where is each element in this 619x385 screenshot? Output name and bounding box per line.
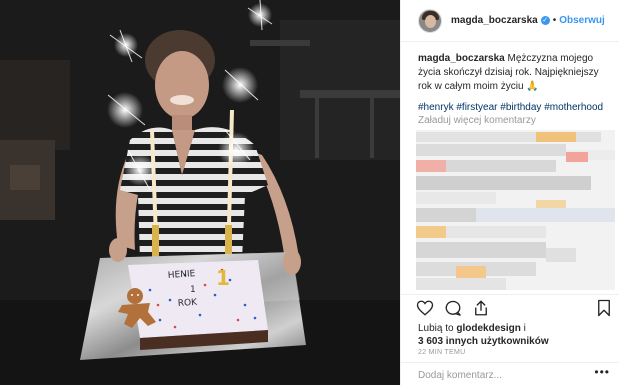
hashtag-link[interactable]: #birthday [500,102,541,113]
likes-mid: i [520,323,526,334]
avatar[interactable] [418,8,442,33]
load-more-comments[interactable]: Załaduj więcej komentarzy [418,114,536,128]
bookmark-icon[interactable] [595,299,613,317]
comment-icon[interactable] [444,299,462,317]
caption-username[interactable]: magda_boczarska [418,53,505,64]
more-options-icon[interactable]: ••• [594,365,610,379]
blurred-comments [416,130,615,290]
action-bar [401,294,619,320]
likes-user-link[interactable]: glodekdesign [456,323,520,334]
follow-button[interactable]: Obserwuj [559,15,605,26]
cake-text-1: HENIE [168,269,196,281]
hashtags: #henryk #firstyear #birthday #motherhood [418,101,618,115]
comment-box: ••• [401,362,619,385]
verified-icon: ✓ [540,16,550,25]
post-photo[interactable]: HENIE 1 ROK 1 [0,0,400,385]
share-icon[interactable] [472,299,490,317]
post-sidebar: magda_boczarska ✓ • Obserwuj magda_bocza… [400,0,619,385]
cake-text-3: ROK [178,298,199,309]
birthday-photo: HENIE 1 ROK 1 [0,0,400,385]
post-header: magda_boczarska ✓ • Obserwuj [401,0,619,42]
post-timestamp[interactable]: 22 MIN TEMU [418,349,466,356]
hashtag-link[interactable]: #motherhood [544,102,603,113]
hashtag-link[interactable]: #firstyear [456,102,497,113]
comment-input[interactable] [418,367,588,383]
post-caption: magda_boczarska Mężczyzna mojego życia s… [418,52,614,94]
username-link[interactable]: magda_boczarska [451,15,538,26]
likes-prefix: Lubią to [418,323,457,334]
separator-dot: • [552,15,557,26]
heart-icon[interactable] [416,299,434,317]
hashtag-link[interactable]: #henryk [418,102,454,113]
likes-summary: Lubią to glodekdesign i 3 603 innych uży… [418,322,549,348]
cake-text-2: 1 [190,285,196,295]
likes-count-link[interactable]: 3 603 innych użytkowników [418,336,549,347]
number-candle: 1 [216,266,230,290]
